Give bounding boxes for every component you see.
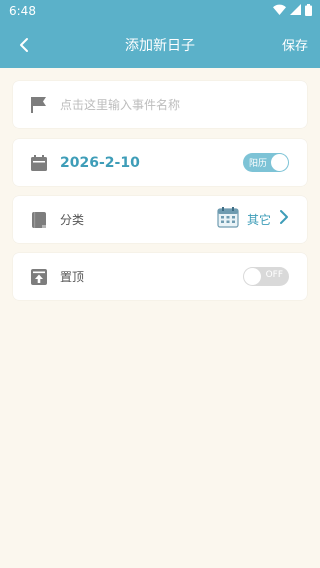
chevron-left-icon	[20, 38, 28, 52]
date-value: 2026-2-10	[60, 154, 140, 171]
date-row[interactable]: 2026-2-10 阳历	[13, 139, 307, 186]
signal-icon	[290, 4, 301, 18]
calendar-icon	[30, 154, 48, 172]
pin-row[interactable]: 置顶 OFF	[13, 253, 307, 300]
battery-icon	[305, 3, 312, 19]
category-calendar-icon	[217, 206, 239, 232]
calendar-type-toggle[interactable]: 阳历	[243, 153, 289, 172]
status-time: 6:48	[9, 4, 36, 18]
category-selector[interactable]: 其它	[217, 207, 289, 231]
pin-toggle-label: OFF	[265, 270, 283, 280]
book-icon	[30, 211, 48, 229]
wifi-icon	[273, 4, 286, 18]
event-name-placeholder: 点击这里输入事件名称	[60, 98, 181, 112]
status-icons	[273, 3, 312, 19]
category-row[interactable]: 分类 其它	[13, 196, 307, 243]
page-title: 添加新日子	[125, 38, 195, 54]
category-value: 其它	[246, 212, 271, 227]
chevron-right-icon	[279, 209, 289, 229]
pin-label: 置顶	[60, 270, 85, 284]
toggle-knob	[244, 268, 261, 285]
back-button[interactable]	[10, 30, 38, 60]
event-name-field[interactable]: 点击这里输入事件名称	[13, 81, 307, 128]
pin-toggle[interactable]: OFF	[243, 267, 289, 286]
toggle-knob	[271, 154, 288, 171]
pin-top-icon	[30, 268, 48, 286]
calendar-type-label: 阳历	[249, 159, 268, 169]
top-app-bar: 添加新日子 保存	[0, 22, 320, 68]
category-label: 分类	[60, 213, 85, 227]
save-button[interactable]: 保存	[282, 35, 308, 54]
flag-icon	[30, 96, 48, 114]
status-bar: 6:48	[0, 0, 320, 22]
